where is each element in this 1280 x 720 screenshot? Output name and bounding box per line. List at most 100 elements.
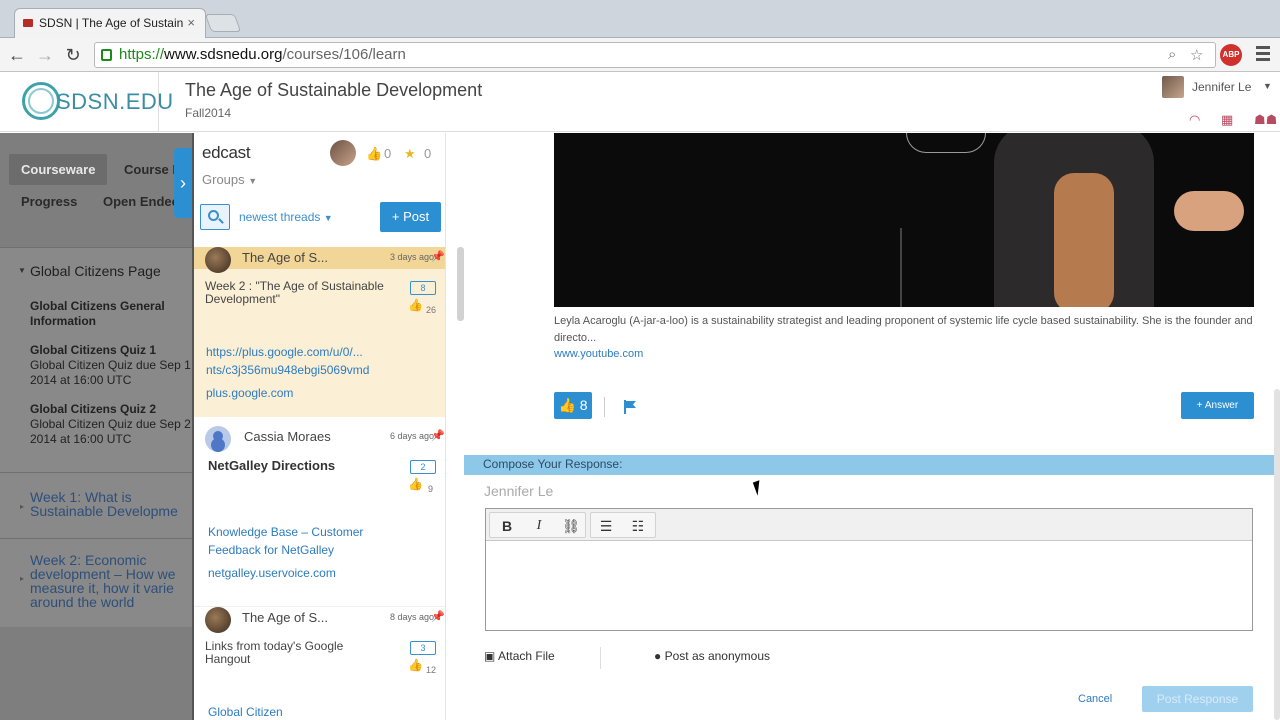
thread-link[interactable]: nts/c3j356mu948ebgi5069vmd (206, 361, 401, 379)
week-2-link[interactable]: Week 2: Economic development – How we me… (30, 553, 190, 609)
browser-tabbar: SDSN | The Age of Sustain × (0, 0, 1280, 38)
main-content: Leyla Acaroglu (A-jar-a-loo) is a sustai… (464, 133, 1280, 720)
thread-title[interactable]: Week 2 : "The Age of Sustainable Develop… (205, 280, 400, 306)
thread-author: The Age of S... (242, 610, 328, 625)
new-tab-button[interactable] (204, 14, 242, 32)
user-menu-caret-icon[interactable]: ▼ (1263, 81, 1272, 91)
like-button[interactable]: 👍 8 (554, 392, 592, 419)
adblock-icon[interactable]: ABP (1220, 44, 1242, 66)
thread-link[interactable]: Knowledge Base – Customer Feedback for N… (208, 523, 388, 559)
expand-panel-button[interactable]: › (174, 148, 192, 218)
browser-tab[interactable]: SDSN | The Age of Sustain × (14, 8, 206, 38)
bulleted-list-icon[interactable]: ☰ (595, 517, 617, 535)
new-post-button[interactable]: + Post (380, 202, 441, 232)
sdsn-logo[interactable]: SDSN.EDU (22, 80, 173, 124)
avatar (205, 426, 231, 452)
thread-time: 6 days ago (389, 431, 434, 441)
compose-author: Jennifer Le (484, 483, 554, 499)
list-item[interactable]: Global Citizens Quiz 2 Global Citizen Qu… (30, 402, 192, 447)
italic-icon[interactable]: I (528, 517, 550, 535)
thread-item[interactable]: The Age of S... 8 days ago 📌 Links from … (194, 606, 445, 720)
tab-course-info[interactable]: Course I (124, 162, 176, 177)
thread-item[interactable]: Cassia Moraes 6 days ago 📌 NetGalley Dir… (194, 426, 445, 596)
video-speaker-hand (1174, 191, 1244, 231)
pin-icon: 📌 (431, 251, 445, 263)
divider (0, 538, 192, 539)
groups-label: Groups (202, 172, 245, 187)
likes-count: 0 (384, 146, 392, 161)
avatar (205, 247, 231, 273)
course-term: Fall2014 (185, 106, 232, 120)
collapse-caret-icon[interactable]: ▸ (20, 502, 24, 511)
forward-icon[interactable]: → (34, 44, 56, 66)
reload-icon[interactable]: ↻ (62, 44, 84, 66)
source-link[interactable]: www.youtube.com (554, 348, 643, 360)
post-response-button[interactable]: Post Response (1142, 686, 1253, 712)
tab-progress[interactable]: Progress (21, 194, 77, 209)
avatar[interactable] (330, 140, 356, 166)
thread-title[interactable]: NetGalley Directions (208, 459, 403, 472)
user-name[interactable]: Jennifer Le (1192, 80, 1251, 94)
flag-icon[interactable] (624, 400, 638, 414)
browser-menu-icon[interactable] (1256, 46, 1270, 64)
thread-link-domain[interactable]: netgalley.uservoice.com (208, 564, 403, 582)
close-tab-icon[interactable]: × (187, 15, 195, 30)
tab-title: SDSN | The Age of Sustain (39, 16, 184, 30)
headset-icon[interactable]: ◠ (1189, 112, 1200, 128)
star-icon: ★ (404, 146, 416, 161)
back-icon[interactable]: ← (6, 44, 28, 66)
search-button[interactable] (200, 204, 230, 230)
collapse-caret-icon[interactable]: ▸ (20, 574, 24, 583)
video-player[interactable] (554, 133, 1254, 307)
thread-likes: 9 (428, 484, 434, 494)
thread-author: Cassia Moraes (244, 429, 331, 444)
flag-pole (624, 400, 626, 414)
zoom-icon[interactable]: ⌕ (1168, 46, 1176, 63)
attach-file-button[interactable]: ▣ Attach File (484, 649, 555, 663)
tab-courseware[interactable]: Courseware (9, 154, 108, 185)
list-item[interactable]: Global Citizens Quiz 1 Global Citizen Qu… (30, 343, 192, 388)
main-scrollbar[interactable] (1274, 389, 1280, 720)
discussion-scrollbar[interactable] (457, 247, 464, 321)
thumbs-up-icon: 👍 (558, 397, 576, 413)
thread-link-domain[interactable]: plus.google.com (206, 384, 401, 402)
response-editor[interactable]: B I ⛓ ☰ ☷ (485, 508, 1253, 631)
item-title: Global Citizens Quiz 2 (30, 402, 157, 416)
flag-cloth (626, 401, 636, 408)
calendar-icon[interactable]: ▦ (1221, 112, 1233, 128)
thread-item[interactable]: The Age of S... 3 days ago 📌 Week 2 : "T… (194, 247, 445, 417)
thread-link[interactable]: Global Citizen (208, 703, 403, 720)
video-stage-post (900, 228, 902, 307)
cancel-button[interactable]: Cancel (1078, 693, 1112, 705)
bold-icon[interactable]: B (496, 517, 518, 535)
url-scheme: https:// (119, 46, 165, 63)
person-icon: ● (654, 649, 662, 663)
list-item[interactable]: Global Citizens General Information (30, 299, 180, 329)
list-group: ☰ ☷ (590, 512, 656, 538)
week-1-link[interactable]: Week 1: What is Sustainable Developme (30, 490, 190, 518)
thread-link[interactable]: https://plus.google.com/u/0/... (206, 343, 401, 361)
post-anonymous-toggle[interactable]: ● Post as anonymous (654, 649, 770, 663)
thread-time: 3 days ago (389, 252, 434, 262)
sort-dropdown[interactable]: newest threads ▼ (239, 210, 333, 224)
pin-icon: 📌 (431, 611, 445, 623)
address-bar[interactable]: https://www.sdsnedu.org/courses/106/lear… (94, 42, 1216, 68)
bookmark-star-icon[interactable]: ☆ (1190, 46, 1203, 64)
site-header: SDSN.EDU The Age of Sustainable Developm… (0, 72, 1280, 132)
thumbs-up-icon: 👍 (366, 146, 383, 161)
link-icon[interactable]: ⛓ (560, 517, 582, 535)
pin-icon: 📌 (431, 430, 445, 442)
groups-dropdown[interactable]: Groups ▼ (202, 172, 257, 187)
item-subtitle: Global Citizen Quiz due Sep 2 2014 at 16… (30, 417, 191, 446)
tab-open-ended[interactable]: Open Endec (103, 194, 179, 209)
section-heading[interactable]: Global Citizens Page (30, 263, 161, 279)
answer-button[interactable]: + Answer (1181, 392, 1254, 419)
stars-count: 0 (424, 146, 432, 161)
numbered-list-icon[interactable]: ☷ (627, 517, 649, 535)
thread-title[interactable]: Links from today's Google Hangout (205, 640, 375, 666)
expand-caret-icon[interactable]: ▼ (18, 266, 26, 275)
people-icon[interactable]: ☗☗ (1254, 112, 1277, 128)
browser-toolbar: ← → ↻ https://www.sdsnedu.org/courses/10… (0, 38, 1280, 72)
logo-text: SDSN.EDU (56, 89, 174, 114)
user-avatar[interactable] (1162, 76, 1184, 98)
